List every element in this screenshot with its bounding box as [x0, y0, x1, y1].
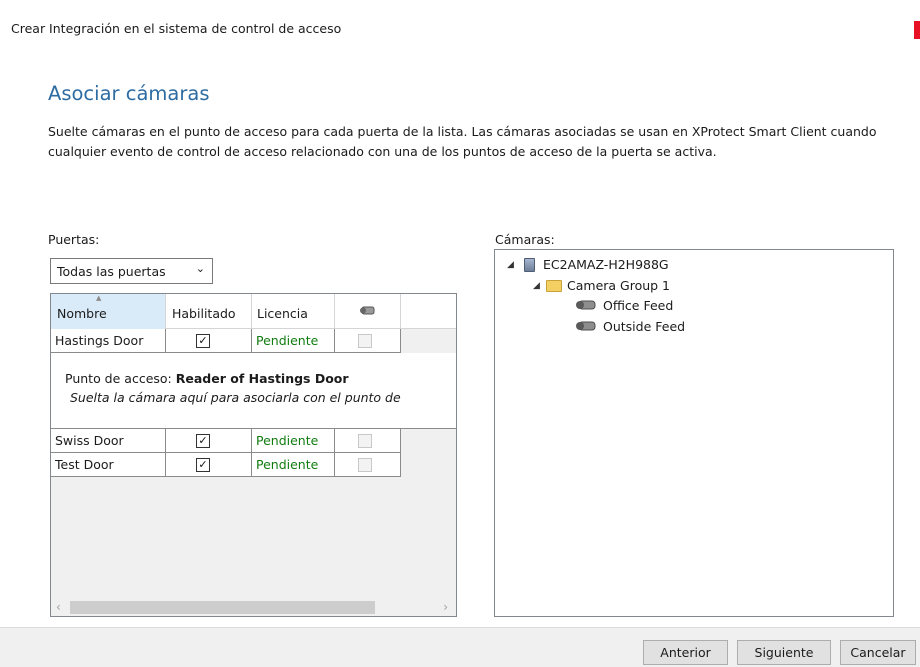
camera-checkbox: [358, 334, 372, 348]
license-status: Pendiente: [252, 329, 335, 353]
tree-node-camera[interactable]: Office Feed: [575, 296, 775, 316]
camera-label: Office Feed: [603, 298, 674, 313]
camera-checkbox: [358, 458, 372, 472]
back-button[interactable]: Anterior: [643, 640, 728, 665]
tree-node-server[interactable]: ◢ EC2AMAZ-H2H988G: [507, 255, 807, 275]
enabled-checkbox[interactable]: ✓: [196, 334, 210, 348]
door-name: Swiss Door: [51, 429, 166, 453]
license-status: Pendiente: [252, 453, 335, 477]
table-row[interactable]: Swiss Door ✓ Pendiente: [51, 429, 401, 453]
next-button[interactable]: Siguiente: [737, 640, 831, 665]
horizontal-scrollbar[interactable]: ‹ ›: [51, 599, 456, 616]
scroll-left-icon[interactable]: ‹: [56, 600, 61, 614]
camera-icon: [360, 306, 375, 315]
title-bar: Crear Integración en el sistema de contr…: [0, 0, 920, 55]
page-title: Asociar cámaras: [48, 82, 210, 105]
tree-node-group[interactable]: ◢ Camera Group 1: [533, 276, 793, 296]
access-point-name: Reader of Hastings Door: [175, 371, 349, 386]
enabled-checkbox[interactable]: ✓: [196, 458, 210, 472]
server-label: EC2AMAZ-H2H988G: [543, 257, 669, 272]
camera-cell: [335, 329, 401, 353]
enabled-checkbox[interactable]: ✓: [196, 434, 210, 448]
camera-icon: [576, 321, 596, 331]
group-label: Camera Group 1: [567, 278, 671, 293]
column-header-license[interactable]: Licencia: [252, 294, 335, 329]
doors-filter-dropdown[interactable]: Todas las puertas ⌄: [50, 258, 213, 284]
column-header-name[interactable]: ▲ Nombre: [51, 294, 166, 329]
table-row[interactable]: Test Door ✓ Pendiente: [51, 453, 401, 477]
camera-cell: [335, 453, 401, 477]
enabled-cell: ✓: [166, 453, 252, 477]
doors-label: Puertas:: [48, 232, 100, 247]
window-title: Crear Integración en el sistema de contr…: [11, 21, 342, 36]
doors-grid[interactable]: ▲ Nombre Habilitado Licencia Hastings Do…: [50, 293, 457, 617]
folder-icon: [546, 280, 562, 292]
grid-header: ▲ Nombre Habilitado Licencia: [51, 294, 456, 329]
cameras-label: Cámaras:: [495, 232, 555, 247]
close-button[interactable]: [914, 21, 920, 39]
cameras-tree[interactable]: ◢ EC2AMAZ-H2H988G ◢ Camera Group 1 Offic…: [494, 249, 894, 617]
column-header-enabled[interactable]: Habilitado: [166, 294, 252, 329]
page-description: Suelte cámaras en el punto de acceso par…: [48, 124, 877, 159]
scroll-thumb[interactable]: [70, 601, 375, 614]
camera-icon: [576, 300, 596, 310]
enabled-cell: ✓: [166, 429, 252, 453]
enabled-cell: ✓: [166, 329, 252, 353]
column-header-camera[interactable]: [335, 294, 401, 329]
access-point-drop-zone[interactable]: Punto de acceso: Reader of Hastings Door…: [51, 353, 456, 429]
access-point-label: Punto de acceso:: [65, 371, 172, 386]
camera-cell: [335, 429, 401, 453]
doors-filter-value: Todas las puertas: [57, 264, 166, 279]
cancel-button[interactable]: Cancelar: [840, 640, 916, 665]
camera-label: Outside Feed: [603, 319, 686, 334]
access-point-line: Punto de acceso: Reader of Hastings Door: [65, 371, 349, 386]
chevron-down-icon: ⌄: [195, 262, 205, 275]
expanded-triangle-icon[interactable]: ◢: [533, 276, 540, 296]
sort-ascending-icon: ▲: [96, 294, 102, 302]
expanded-triangle-icon[interactable]: ◢: [507, 255, 514, 275]
license-status: Pendiente: [252, 429, 335, 453]
door-name: Test Door: [51, 453, 166, 477]
door-name: Hastings Door: [51, 329, 166, 353]
server-icon: [524, 258, 535, 272]
table-row[interactable]: Hastings Door ✓ Pendiente: [51, 329, 401, 353]
footer-bar: Anterior Siguiente Cancelar: [0, 627, 920, 667]
drop-hint: Suelta la cámara aquí para asociarla con…: [70, 390, 401, 405]
scroll-right-icon[interactable]: ›: [443, 600, 448, 614]
camera-checkbox: [358, 434, 372, 448]
tree-node-camera[interactable]: Outside Feed: [575, 317, 775, 337]
